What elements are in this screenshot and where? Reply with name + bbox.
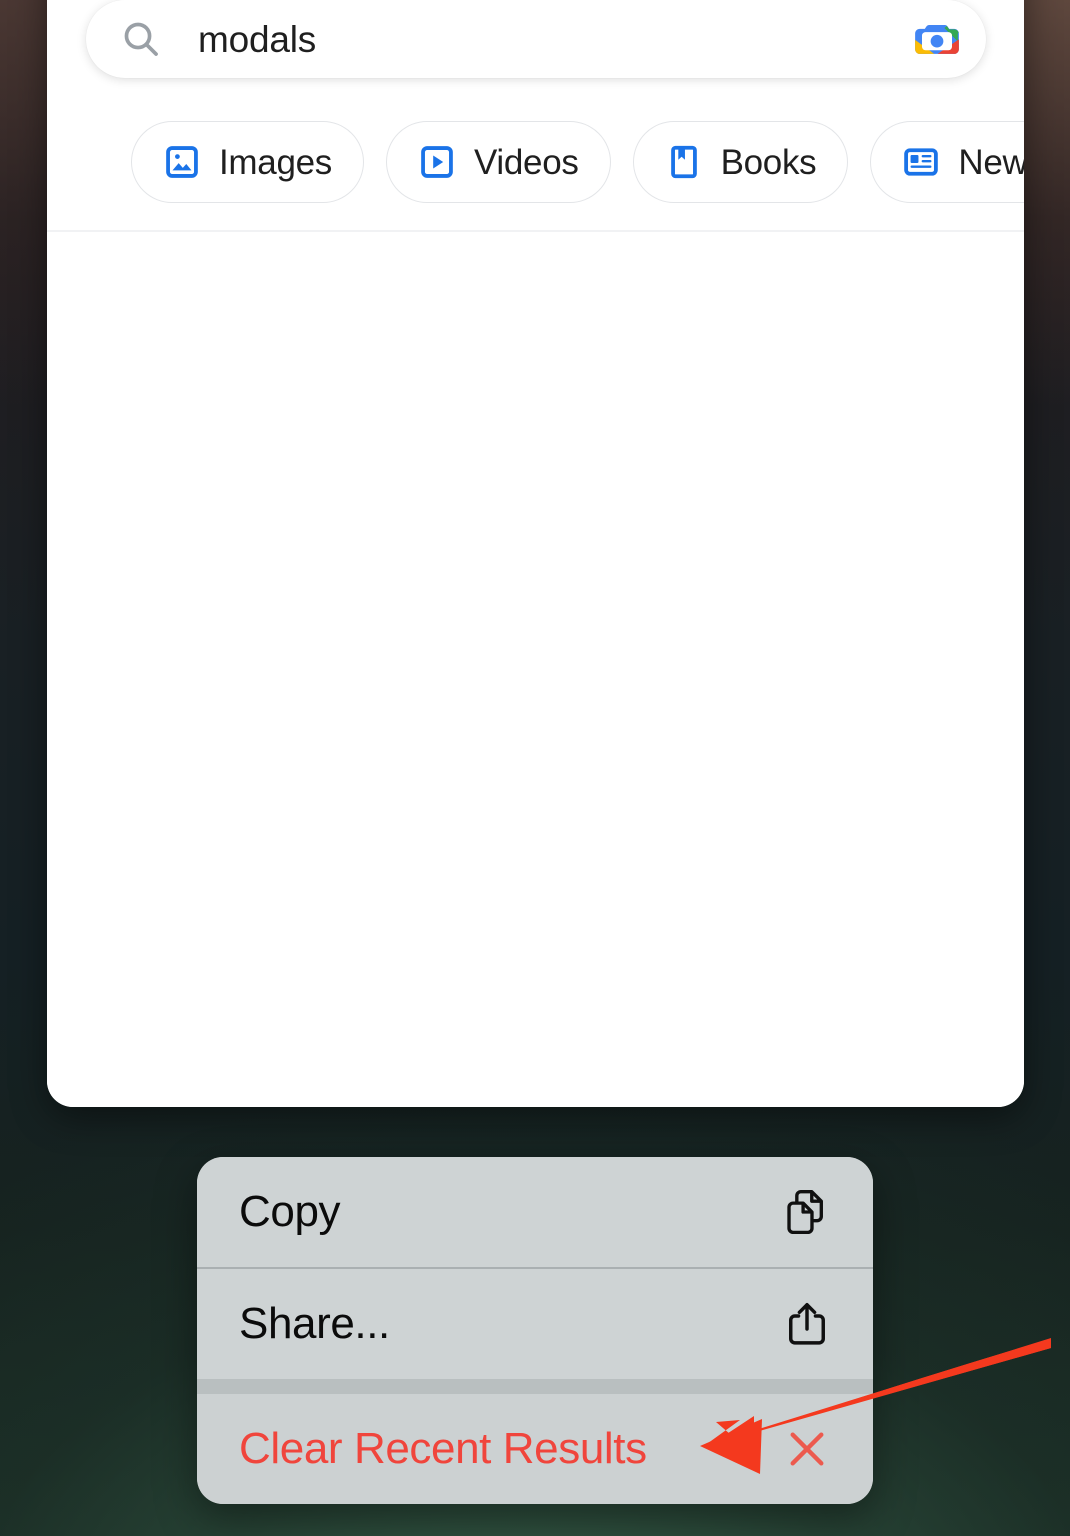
search-icon — [124, 22, 158, 56]
google-lens-camera-icon[interactable] — [912, 14, 962, 64]
menu-item-share[interactable]: Share... — [197, 1268, 873, 1379]
search-field[interactable]: modals — [86, 0, 986, 78]
filter-chip-books[interactable]: Books — [632, 121, 849, 203]
filter-chip-label: Books — [720, 142, 817, 182]
filter-chip-label: News — [958, 142, 1024, 182]
menu-item-copy[interactable]: Copy — [197, 1157, 873, 1267]
filter-chip-news[interactable]: News — [870, 121, 1024, 203]
filter-chip-images[interactable]: Images — [131, 121, 364, 203]
video-play-icon — [421, 146, 453, 178]
context-menu: Copy Share... Clear Recent Results — [197, 1157, 873, 1504]
page-content-area — [47, 232, 1024, 1107]
newspaper-icon — [904, 148, 939, 176]
filter-chip-videos[interactable]: Videos — [385, 121, 611, 203]
menu-section-gap — [197, 1378, 873, 1394]
filter-chip-label: Images — [219, 142, 332, 182]
browser-card: modals Images Videos Books New — [47, 0, 1024, 1107]
filter-chip-row: Images Videos Books New — [131, 121, 1024, 203]
menu-item-clear-recent-results[interactable]: Clear Recent Results — [197, 1393, 873, 1504]
screen: modals Images Videos Books New Copy Shar… — [0, 0, 1070, 1536]
copy-documents-icon — [787, 1189, 823, 1235]
share-upload-icon — [789, 1302, 825, 1345]
menu-item-label: Clear Recent Results — [239, 1423, 647, 1473]
image-icon — [166, 146, 198, 178]
menu-item-label: Share... — [239, 1298, 390, 1348]
search-bar[interactable]: modals — [86, 0, 986, 78]
book-bookmark-icon — [670, 145, 697, 179]
close-x-icon — [790, 1432, 824, 1465]
menu-item-label: Copy — [239, 1187, 341, 1236]
filter-chip-label: Videos — [473, 142, 579, 182]
search-input[interactable]: modals — [198, 21, 912, 58]
